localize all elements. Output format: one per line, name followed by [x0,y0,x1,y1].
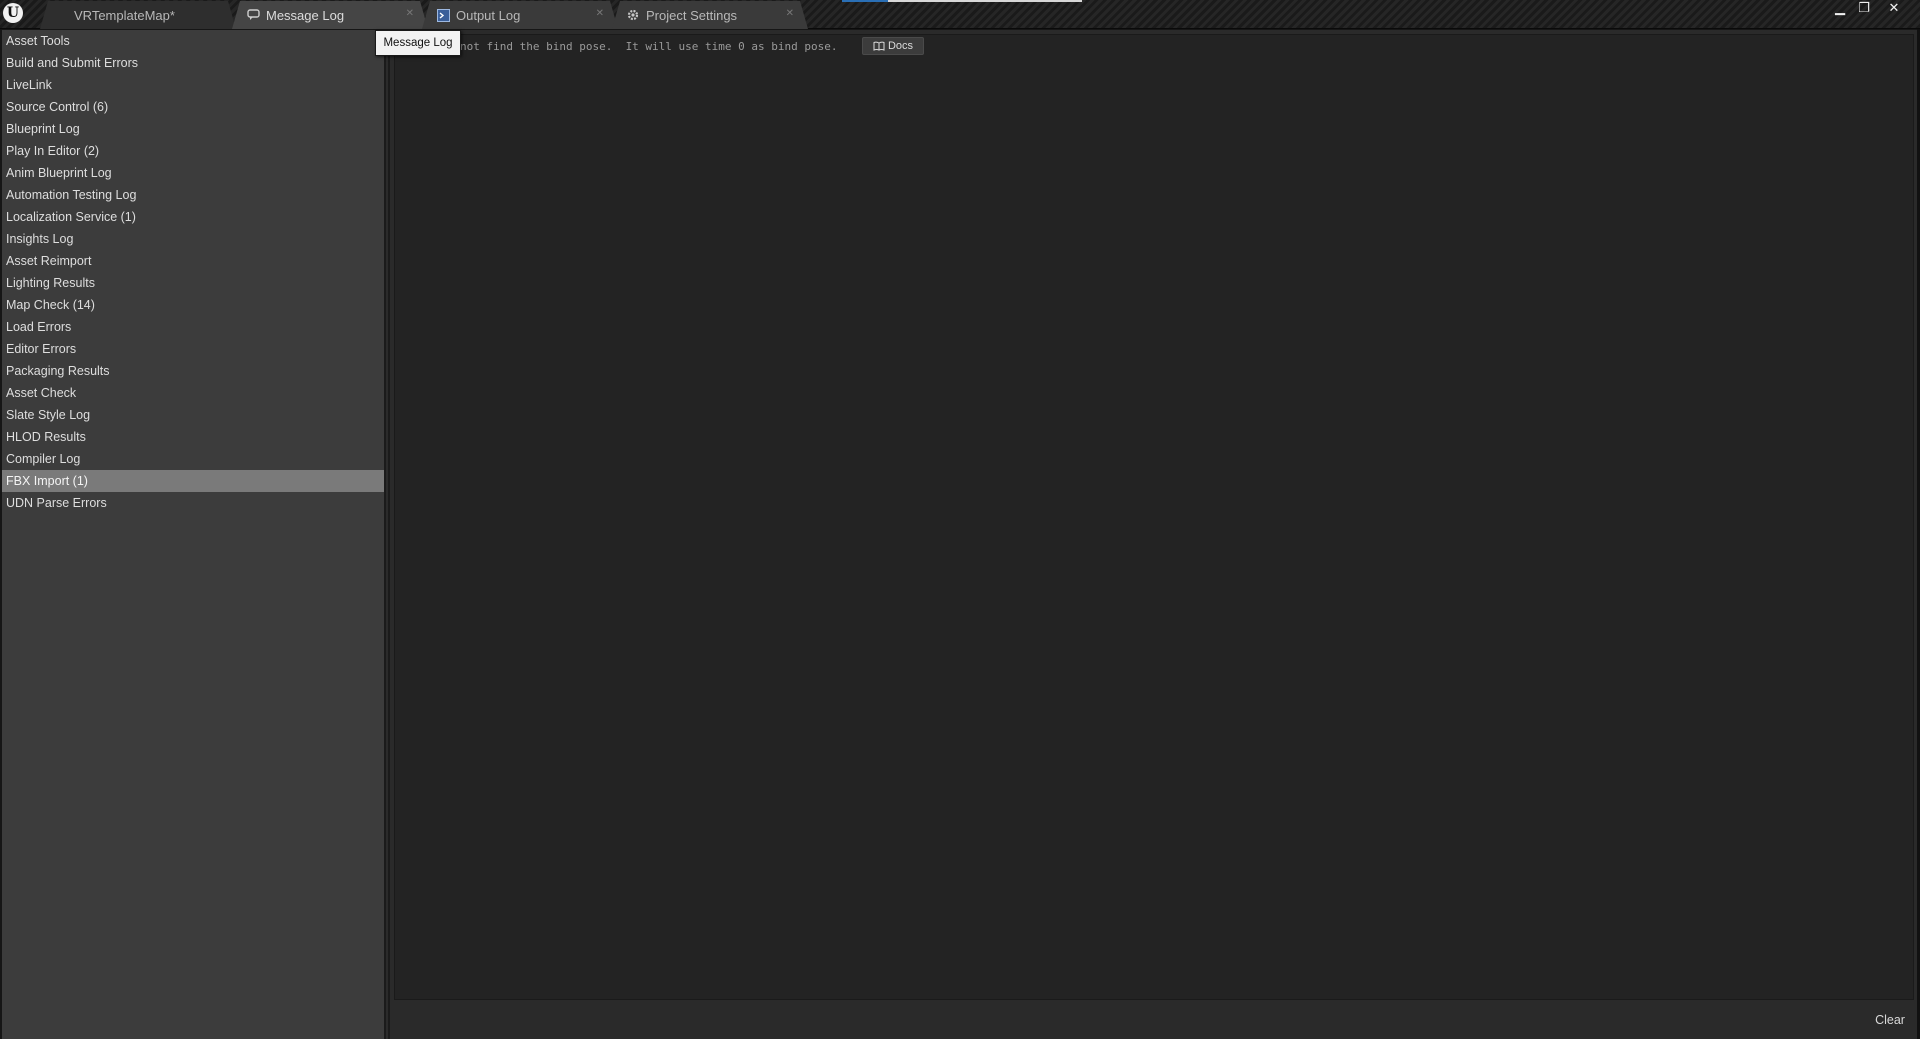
log-messages-area[interactable] [394,34,1914,1000]
sidebar-item-label: LiveLink [6,78,52,92]
message-log-icon [246,8,260,22]
title-bar: U VRTemplateMap* Message Log ✕ Output Lo… [0,0,1920,29]
close-icon[interactable]: ✕ [596,8,604,19]
sidebar-item[interactable]: Insights Log [2,228,384,250]
tab-label: Output Log [456,7,521,23]
docs-button[interactable]: Docs [862,37,924,55]
sidebar-item-label: Asset Reimport [6,254,92,268]
sidebar-item-label: Blueprint Log [6,122,80,136]
sidebar-item[interactable]: Load Errors [2,316,384,338]
sidebar-item[interactable]: Asset Tools [2,30,384,52]
restore-button[interactable]: ❐ [1852,0,1876,16]
sidebar-item[interactable]: Map Check (14) [2,294,384,316]
sidebar-item[interactable]: FBX Import (1) [2,470,384,492]
sidebar-item-label: Anim Blueprint Log [6,166,112,180]
sidebar-item[interactable]: Localization Service (1) [2,206,384,228]
sidebar-item[interactable]: Play In Editor (2) [2,140,384,162]
docs-label: Docs [887,40,914,52]
tab-project-settings[interactable]: Project Settings ✕ [612,1,808,29]
sidebar-item-label: Automation Testing Log [6,188,137,202]
sidebar-item-label: FBX Import (1) [6,474,88,488]
sidebar-item-label: Lighting Results [6,276,95,290]
sidebar-item[interactable]: Lighting Results [2,272,384,294]
sidebar-item[interactable]: Automation Testing Log [2,184,384,206]
sidebar-item[interactable]: Asset Reimport [2,250,384,272]
sidebar-item-label: Slate Style Log [6,408,91,422]
sidebar-item-label: Play In Editor (2) [6,144,100,158]
tab-label: Message Log [266,7,345,23]
sidebar-item-label: UDN Parse Errors [6,496,107,510]
tab-tooltip: Message Log [375,30,461,56]
output-log-icon [436,8,450,22]
minimize-button[interactable]: ▁ [1828,0,1852,16]
sidebar-item-label: Asset Check [6,386,77,400]
tab-message-log[interactable]: Message Log ✕ [232,1,428,29]
sidebar-item-label: HLOD Results [6,430,86,444]
sidebar-item-label: Build and Submit Errors [6,56,139,70]
sidebar-item-label: Packaging Results [6,364,110,378]
tab-accent-line [842,0,888,2]
tab-output-log[interactable]: Output Log ✕ [422,1,618,29]
sidebar-item[interactable]: Packaging Results [2,360,384,382]
sidebar-item[interactable]: Build and Submit Errors [2,52,384,74]
sidebar-item-label: Compiler Log [6,452,81,466]
sidebar-item-label: Editor Errors [6,342,77,356]
close-icon[interactable]: ✕ [406,8,414,19]
unreal-logo-icon[interactable]: U [0,0,26,26]
close-icon[interactable]: ✕ [786,8,794,19]
log-category-list[interactable]: Asset Tools Build and Submit Errors LiveLi… [2,30,384,1039]
sidebar-item[interactable]: UDN Parse Errors [2,492,384,514]
close-window-button[interactable]: ✕ [1882,0,1906,16]
level-icon [54,8,68,22]
sidebar-item[interactable]: Compiler Log [2,448,384,470]
splitter-line [386,30,388,1039]
settings-gear-icon [626,8,640,22]
sidebar-item[interactable]: Blueprint Log [2,118,384,140]
sidebar-item[interactable]: Editor Errors [2,338,384,360]
sidebar-item-label: Load Errors [6,320,72,334]
sidebar-item[interactable]: Asset Check [2,382,384,404]
sidebar-item[interactable]: Anim Blueprint Log [2,162,384,184]
unreal-logo-letter: U [3,3,23,23]
tab-highlight-line [888,0,1082,2]
tab-vrtemplatemap[interactable]: VRTemplateMap* [40,1,236,29]
sidebar-item-label: Insights Log [6,232,74,246]
sidebar-item[interactable]: HLOD Results [2,426,384,448]
clear-button[interactable]: Clear [1870,1010,1910,1030]
sidebar-item-label: Localization Service (1) [6,210,136,224]
sidebar-item-label: Map Check (14) [6,298,95,312]
sidebar-item[interactable]: Slate Style Log [2,404,384,426]
book-icon [873,41,885,51]
sidebar-item[interactable]: Source Control (6) [2,96,384,118]
sidebar-item-label: Asset Tools [6,34,70,48]
sidebar-item-label: Source Control (6) [6,100,109,114]
sidebar-item[interactable]: LiveLink [2,74,384,96]
log-message-text: not find the bind pose. It will use time… [460,39,838,53]
tab-label: Project Settings [646,7,738,23]
tab-label: VRTemplateMap* [74,7,175,23]
